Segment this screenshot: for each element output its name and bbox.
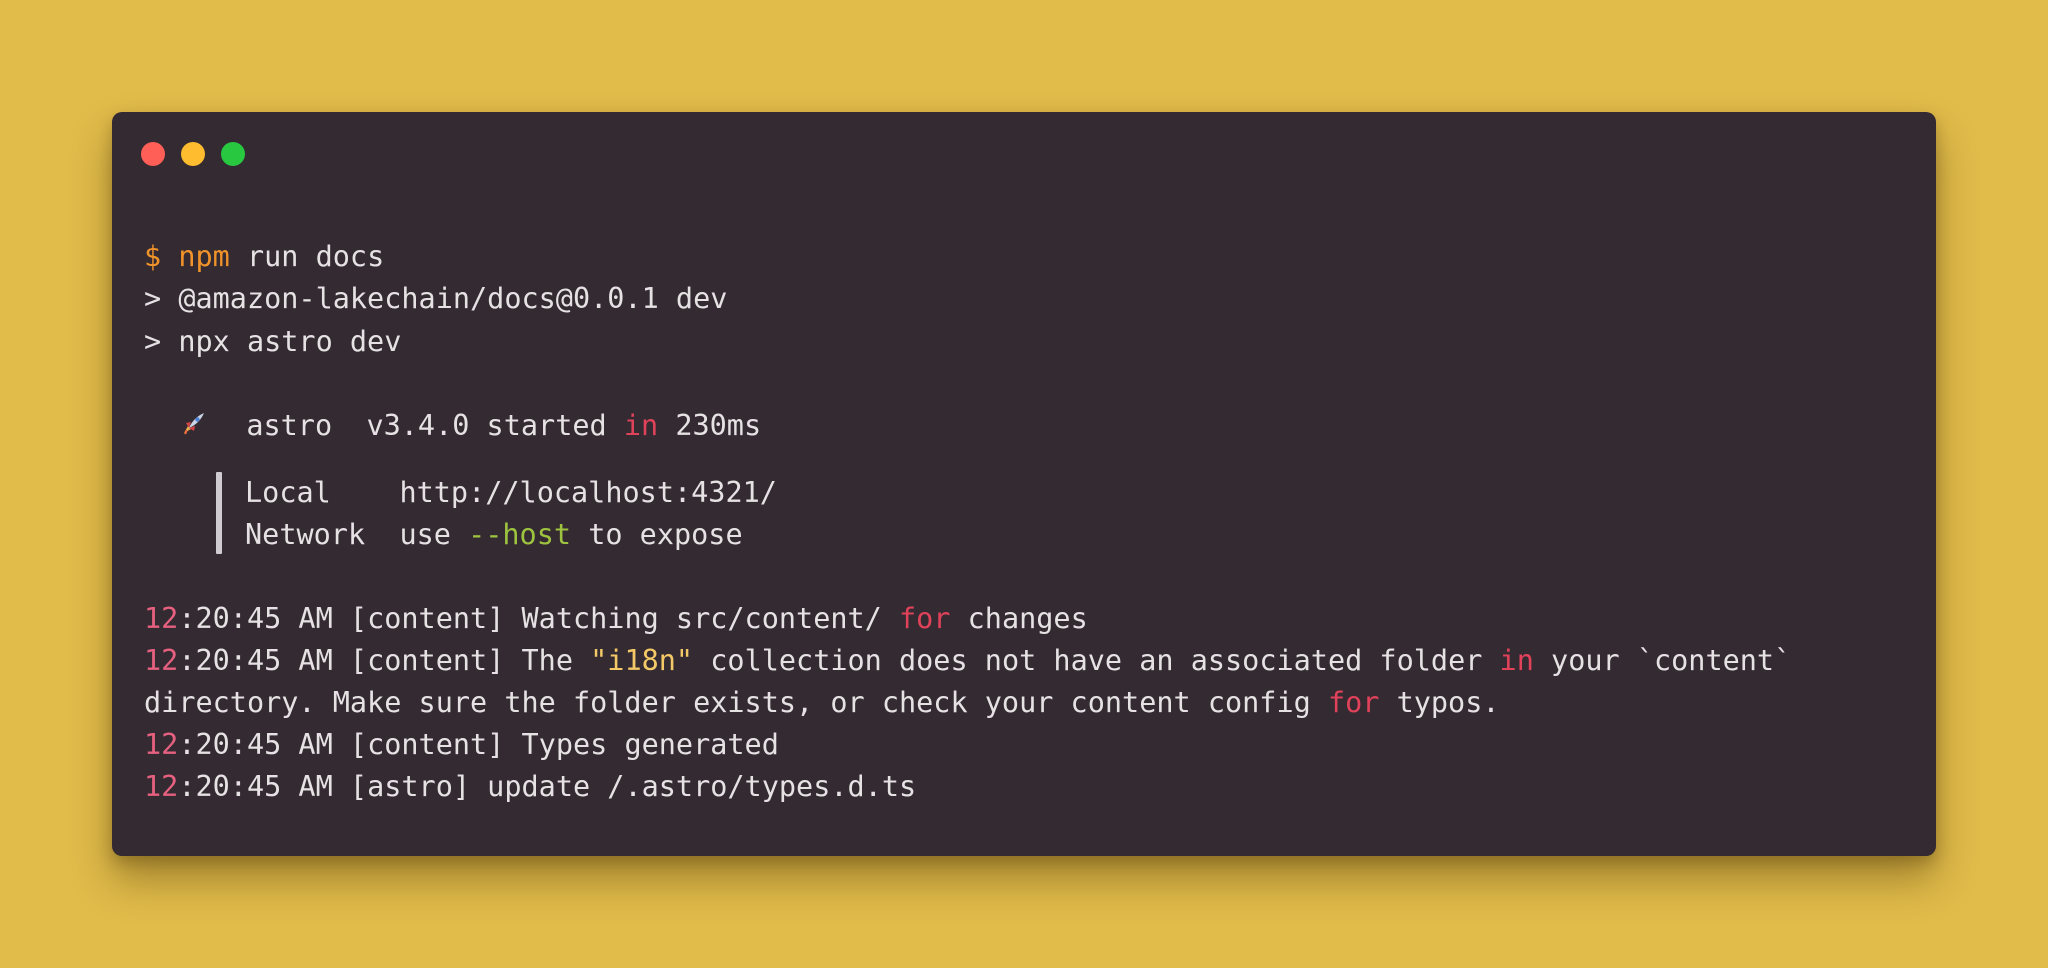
shell-prompt: $ xyxy=(144,240,162,273)
log-text: :20:45 AM [astro] update /.astro/types.d… xyxy=(178,770,917,803)
keyword-for: for xyxy=(898,602,951,635)
terminal-window: $ npm run docs > @amazon-lakechain/docs@… xyxy=(112,112,1936,856)
network-label: Network xyxy=(245,518,366,551)
collection-string: "i18n" xyxy=(590,644,694,677)
log-text: changes xyxy=(950,602,1088,635)
network-prefix: use xyxy=(399,518,469,551)
log-line: 12:20:45 AM [astro] update /.astro/types… xyxy=(144,766,916,808)
npm-output-line: > npx astro dev xyxy=(144,325,402,358)
network-suffix: to expose xyxy=(571,518,743,551)
log-text: :20:45 AM [content] The xyxy=(178,644,591,677)
timestamp-hour: 12 xyxy=(144,770,179,803)
command-line: $ npm run docs xyxy=(144,236,384,278)
log-text: collection does not have an associated f… xyxy=(693,644,1500,677)
astro-name: astro xyxy=(246,409,333,442)
log-text: :20:45 AM [content] Types generated xyxy=(178,728,779,761)
keyword-in: in xyxy=(623,409,659,442)
command-program: npm xyxy=(178,240,230,273)
log-line-continuation: directory. Make sure the folder exists, … xyxy=(144,682,1500,724)
timestamp-hour: 12 xyxy=(144,602,179,635)
log-line: 12:20:45 AM [content] Watching src/conte… xyxy=(144,598,1088,640)
log-text: directory. Make sure the folder exists, … xyxy=(144,686,1328,719)
log-line: 12:20:45 AM [content] Types generated xyxy=(144,724,779,766)
log-text: your `content` xyxy=(1533,644,1792,677)
local-label: Local xyxy=(245,476,331,509)
astro-banner: astro v3.4.0 started in 230ms xyxy=(178,405,761,447)
timestamp-hour: 12 xyxy=(144,728,179,761)
server-network-line: Network use --host to expose xyxy=(245,514,743,556)
log-text: typos. xyxy=(1379,686,1500,719)
host-flag: --host xyxy=(468,518,572,551)
keyword-in: in xyxy=(1499,644,1534,677)
command-args: run docs xyxy=(229,240,385,273)
server-local-line: Local http://localhost:4321/ xyxy=(245,472,777,514)
keyword-for: for xyxy=(1327,686,1380,719)
astro-version: v3.4.0 started xyxy=(366,409,624,442)
npm-output-line: > @amazon-lakechain/docs@0.0.1 dev xyxy=(144,282,728,315)
rocket-icon xyxy=(178,405,212,447)
astro-time: 230ms xyxy=(658,409,762,442)
log-line: 12:20:45 AM [content] The "i18n" collect… xyxy=(144,640,1791,682)
server-info-bar xyxy=(216,472,222,554)
terminal-output: $ npm run docs > @amazon-lakechain/docs@… xyxy=(144,112,1896,838)
local-url[interactable]: http://localhost:4321/ xyxy=(399,476,777,509)
timestamp-hour: 12 xyxy=(144,644,179,677)
log-text: :20:45 AM [content] Watching src/content… xyxy=(178,602,899,635)
